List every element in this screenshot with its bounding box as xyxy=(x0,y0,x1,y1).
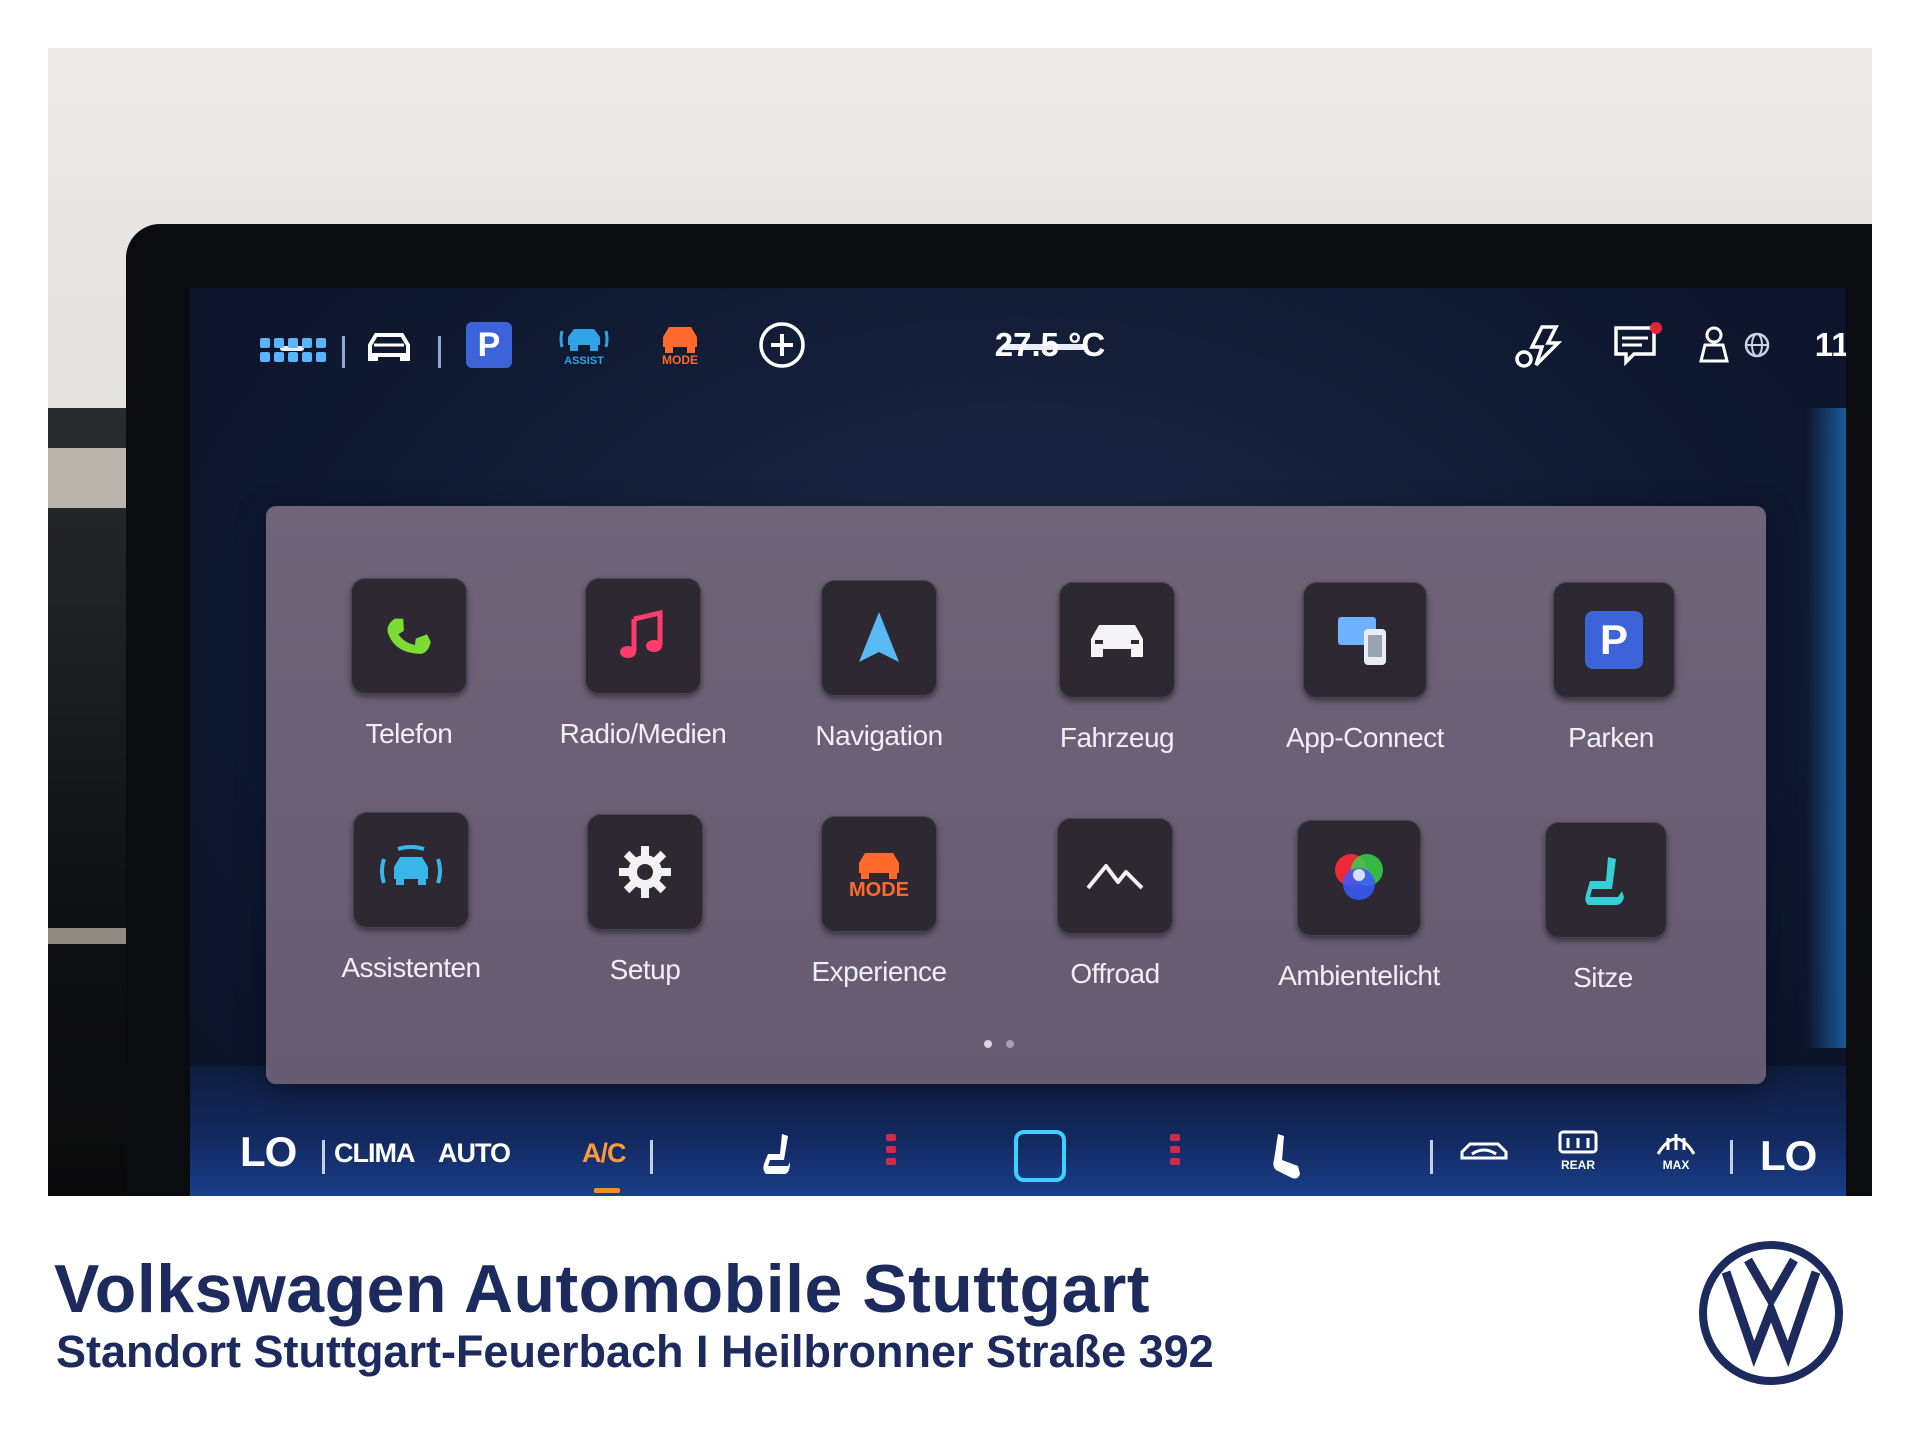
app-launcher-panel: Telefon Radio/Medien Navigation Fahrzeug xyxy=(266,506,1766,1084)
app-tile-telefon[interactable]: Telefon xyxy=(324,578,494,778)
assist-label: ASSIST xyxy=(564,355,604,367)
home-square-button[interactable] xyxy=(1012,1128,1068,1189)
rear-defrost-button[interactable]: REAR xyxy=(1556,1128,1600,1172)
page-dot-active[interactable] xyxy=(984,1040,992,1048)
max-defrost-button[interactable]: MAX xyxy=(1654,1128,1698,1172)
app-tile-setup[interactable]: Setup xyxy=(560,814,730,1014)
seat-heat-left-level xyxy=(886,1134,896,1165)
left-temperature[interactable]: LO xyxy=(240,1128,297,1176)
page-dot[interactable] xyxy=(1006,1040,1014,1048)
app-grid-icon[interactable] xyxy=(260,338,326,362)
gear-icon xyxy=(587,814,703,930)
app-label: App-Connect xyxy=(1286,722,1444,753)
app-label: Assistenten xyxy=(341,952,481,983)
vehicle-status-icon[interactable] xyxy=(360,322,418,368)
navigation-arrow-icon xyxy=(821,580,937,696)
online-globe-icon xyxy=(1740,322,1774,368)
clima-button[interactable]: CLIMA xyxy=(334,1138,415,1169)
app-tile-parken[interactable]: P Parken xyxy=(1526,582,1696,782)
dealer-name: Volkswagen Automobile Stuttgart xyxy=(54,1251,1150,1327)
app-tile-assistenten[interactable]: Assistenten xyxy=(326,812,496,1012)
assist-icon xyxy=(353,812,469,928)
dealer-address: Standort Stuttgart-Feuerbach I Heilbronn… xyxy=(56,1326,1214,1377)
auto-button[interactable]: AUTO xyxy=(438,1138,511,1169)
mode-icon: MODE xyxy=(821,816,937,932)
app-connect-icon xyxy=(1303,582,1427,698)
app-tile-radio-medien[interactable]: Radio/Medien xyxy=(558,578,728,778)
app-label: Offroad xyxy=(1070,958,1160,989)
infotainment-screen: P ASSIST MODE 27.5 °C 11 Telefon Radio/M… xyxy=(190,288,1846,1196)
app-tile-experience[interactable]: MODE Experience xyxy=(794,816,964,1016)
right-temperature[interactable]: LO xyxy=(1760,1132,1817,1180)
page-indicator[interactable] xyxy=(984,1040,1014,1048)
mode-badge: MODE xyxy=(849,878,909,901)
app-label: Ambientelicht xyxy=(1278,960,1440,991)
music-note-icon xyxy=(585,578,701,694)
climate-bar: LO CLIMA AUTO A/C REAR MAX LO xyxy=(190,1106,1846,1196)
vw-logo-icon xyxy=(1699,1241,1843,1385)
color-wheel-icon xyxy=(1297,820,1421,936)
seat-heat-left-icon[interactable] xyxy=(760,1130,800,1185)
car-icon xyxy=(1059,582,1175,698)
mountain-icon xyxy=(1057,818,1173,934)
seat-heat-right-level xyxy=(1170,1134,1180,1165)
mode-icon[interactable]: MODE xyxy=(650,322,710,368)
messages-icon[interactable] xyxy=(1608,322,1668,368)
app-tile-ambientelicht[interactable]: Ambientelicht xyxy=(1270,820,1440,1020)
app-tile-navigation[interactable]: Navigation xyxy=(794,580,964,780)
app-label: Parken xyxy=(1568,722,1654,753)
user-profile-icon[interactable] xyxy=(1694,322,1734,368)
app-label: Sitze xyxy=(1573,962,1633,993)
add-shortcut-icon[interactable] xyxy=(756,322,808,368)
app-label: Fahrzeug xyxy=(1059,722,1175,753)
max-label: MAX xyxy=(1662,1158,1690,1172)
clock: 11:10 xyxy=(1814,326,1846,363)
parking-icon: P xyxy=(1553,582,1675,698)
parking-badge: P xyxy=(1585,611,1643,669)
recirculation-icon[interactable] xyxy=(1458,1138,1510,1173)
mode-label: MODE xyxy=(662,353,698,367)
status-bar: P ASSIST MODE 27.5 °C 11 xyxy=(190,288,1846,398)
parking-status-button[interactable]: P xyxy=(466,322,512,368)
ac-button[interactable]: A/C xyxy=(582,1138,626,1169)
seat-heat-right-icon[interactable] xyxy=(1268,1130,1308,1189)
app-tile-fahrzeug[interactable]: Fahrzeug xyxy=(1032,582,1202,782)
app-tile-app-connect[interactable]: App-Connect xyxy=(1276,582,1446,782)
temperature-display[interactable]: 27.5 °C xyxy=(960,322,1140,368)
app-label: Radio/Medien xyxy=(559,718,727,749)
phone-icon xyxy=(351,578,467,694)
voice-assistant-icon[interactable] xyxy=(1510,322,1566,368)
app-label: Experience xyxy=(811,956,947,987)
app-label: Telefon xyxy=(365,718,453,749)
seat-icon xyxy=(1545,822,1667,938)
app-label: Setup xyxy=(609,954,681,985)
rear-label: REAR xyxy=(1560,1158,1595,1172)
ac-active-indicator xyxy=(594,1188,620,1193)
app-label: Navigation xyxy=(815,720,943,751)
assist-icon[interactable]: ASSIST xyxy=(554,322,614,368)
app-tile-sitze[interactable]: Sitze xyxy=(1518,822,1688,1022)
app-tile-offroad[interactable]: Offroad xyxy=(1030,818,1200,1018)
dealer-photo: P ASSIST MODE 27.5 °C 11 Telefon Radio/M… xyxy=(48,48,1872,1196)
